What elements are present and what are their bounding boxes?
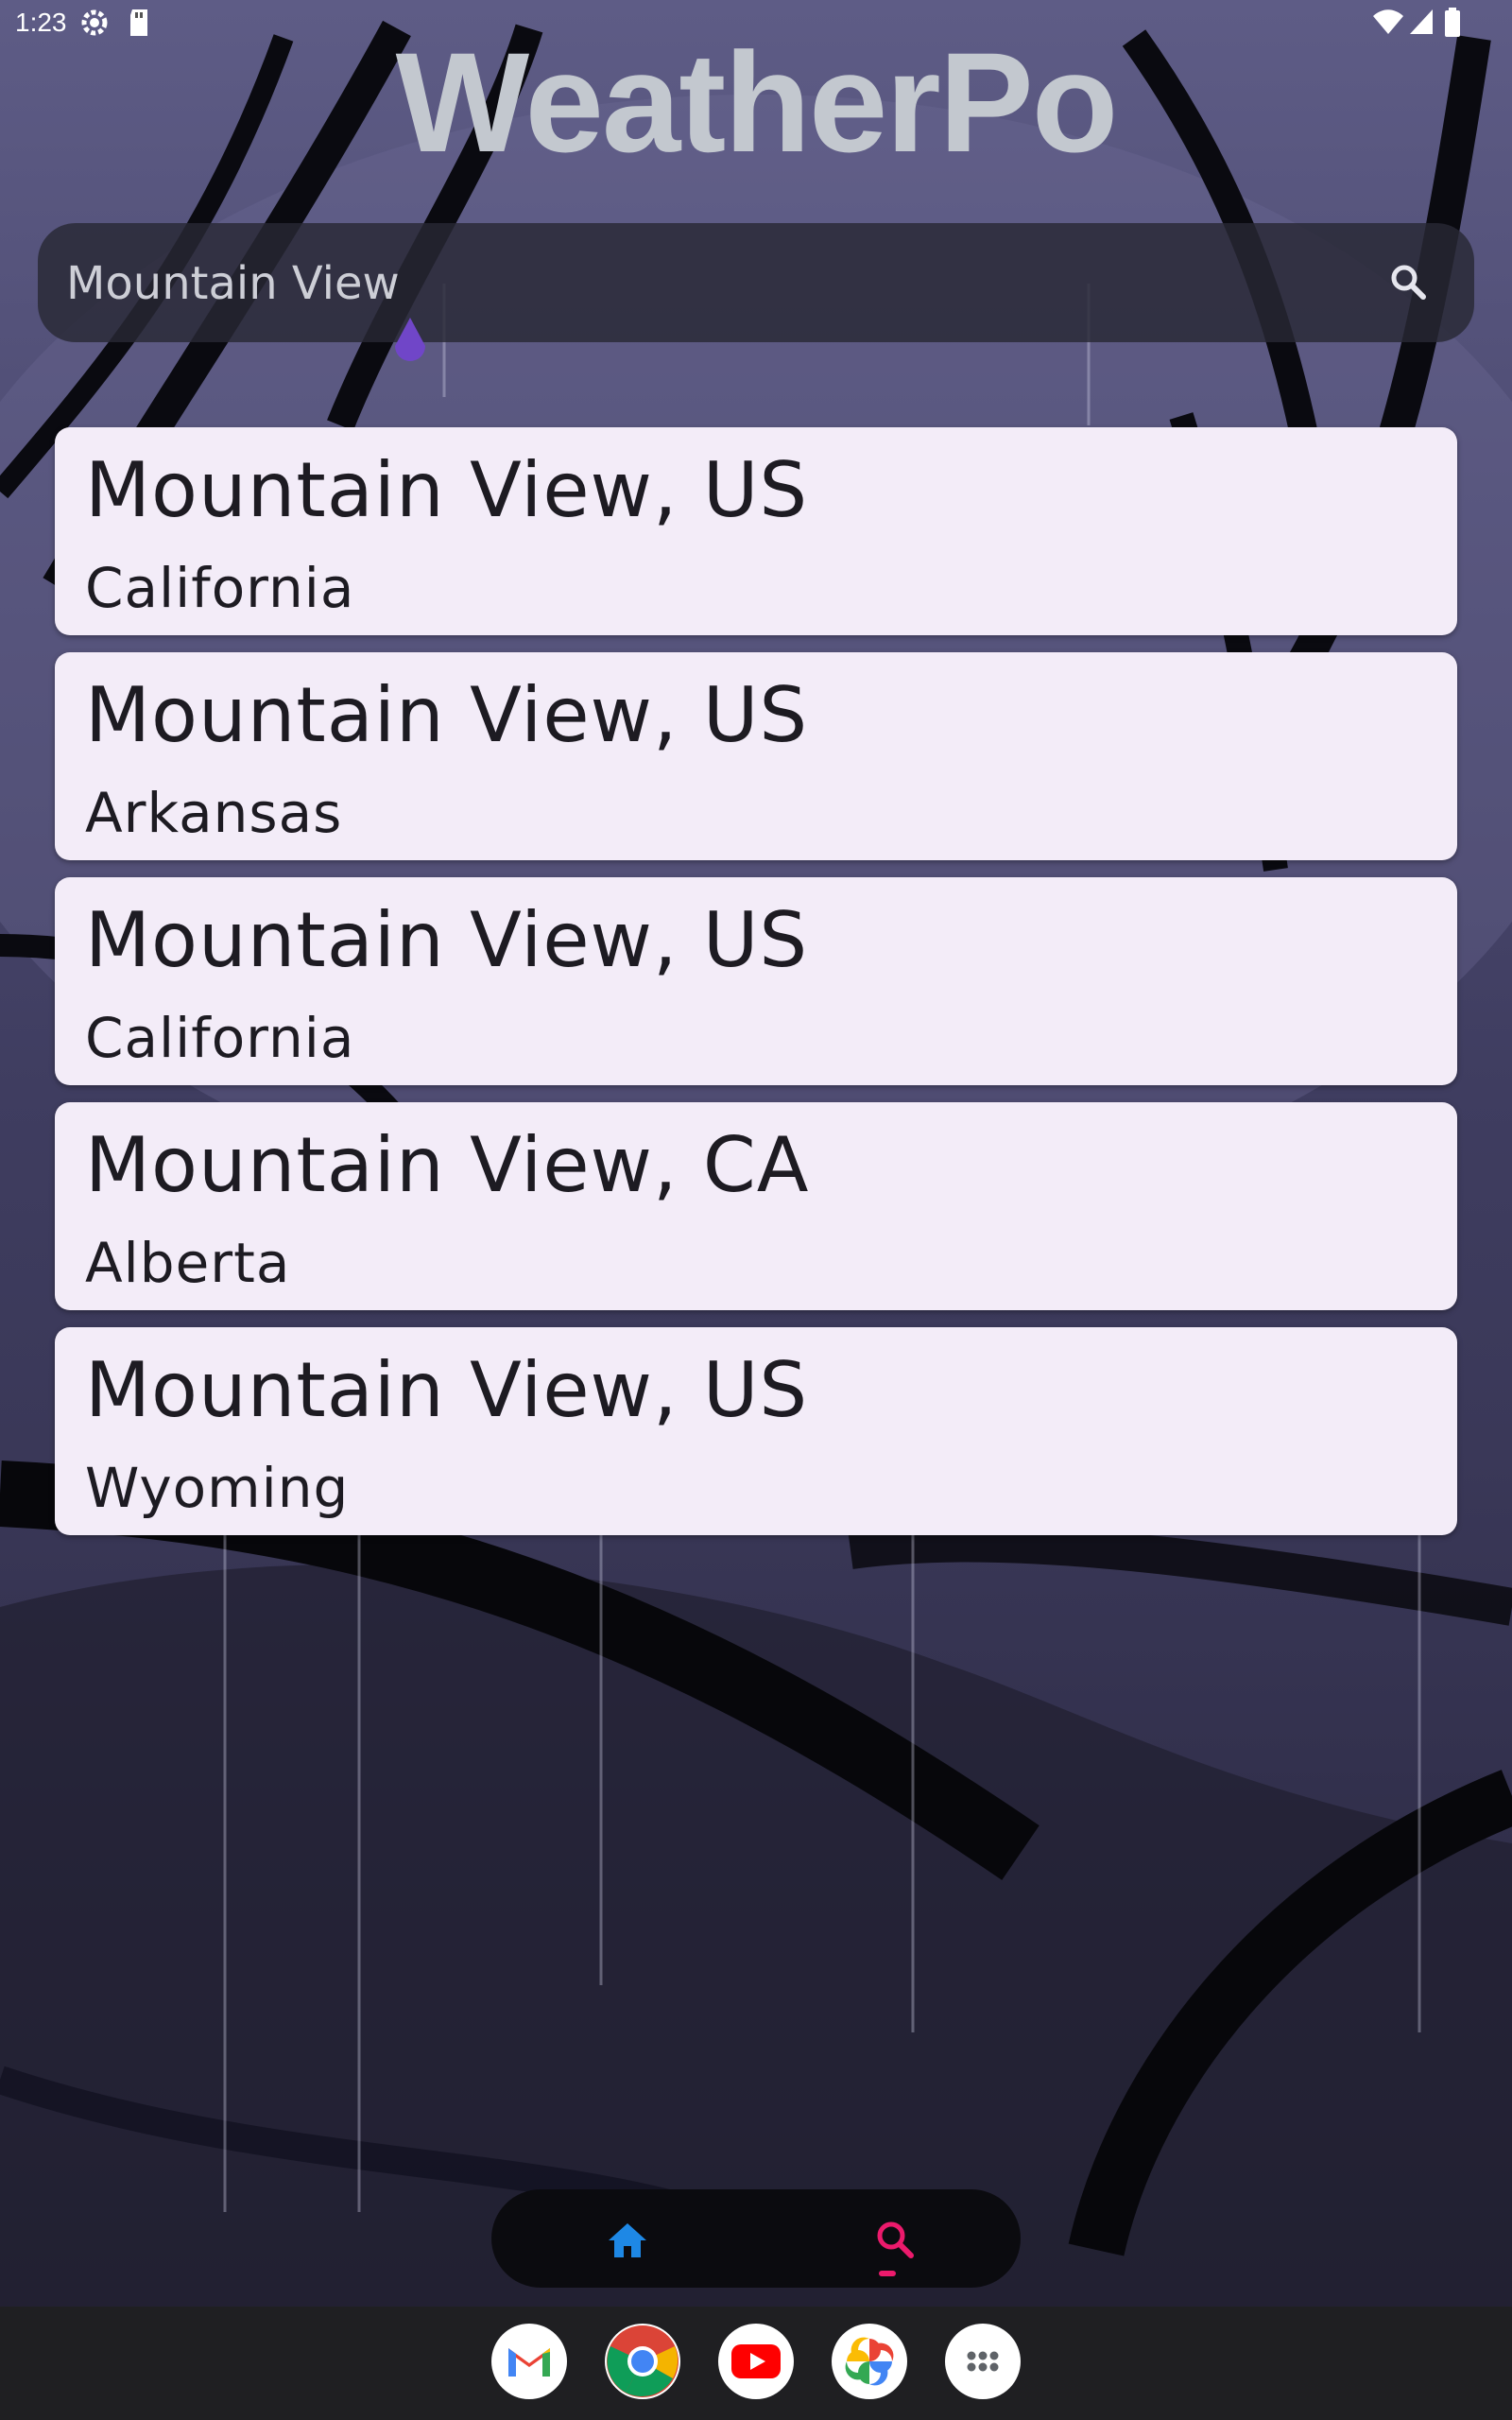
result-card[interactable]: Mountain View, US California (55, 427, 1457, 635)
result-card[interactable]: Mountain View, US Wyoming (55, 1327, 1457, 1535)
bottom-navigation (491, 2189, 1021, 2288)
search-results-list: Mountain View, US California Mountain Vi… (55, 427, 1457, 1552)
app-title: WeatherPo (395, 23, 1119, 182)
text-cursor-handle[interactable] (389, 316, 431, 369)
photos-icon[interactable] (832, 2324, 907, 2399)
chrome-icon[interactable] (605, 2324, 680, 2399)
result-region: California (85, 1006, 355, 1070)
search-bar[interactable]: Mountain View (38, 223, 1474, 342)
app-drawer-icon[interactable] (945, 2324, 1021, 2399)
result-region: Alberta (85, 1231, 291, 1295)
result-city: Mountain View, US (85, 671, 809, 759)
search-input[interactable]: Mountain View (66, 257, 400, 310)
nav-selected-indicator (879, 2271, 896, 2276)
home-icon[interactable] (601, 2214, 654, 2267)
result-city: Mountain View, US (85, 896, 809, 984)
result-city: Mountain View, US (85, 1346, 809, 1434)
result-region: California (85, 556, 355, 620)
result-card[interactable]: Mountain View, CA Alberta (55, 1102, 1457, 1310)
result-card[interactable]: Mountain View, US Arkansas (55, 652, 1457, 860)
result-region: Arkansas (85, 781, 343, 845)
youtube-icon[interactable] (718, 2324, 794, 2399)
result-region: Wyoming (85, 1456, 350, 1520)
result-city: Mountain View, CA (85, 1121, 810, 1209)
search-icon[interactable] (869, 2214, 922, 2267)
result-card[interactable]: Mountain View, US California (55, 877, 1457, 1085)
app-dock (0, 2307, 1512, 2420)
result-city: Mountain View, US (85, 446, 809, 534)
search-icon[interactable] (1385, 259, 1433, 306)
gmail-icon[interactable] (491, 2324, 567, 2399)
